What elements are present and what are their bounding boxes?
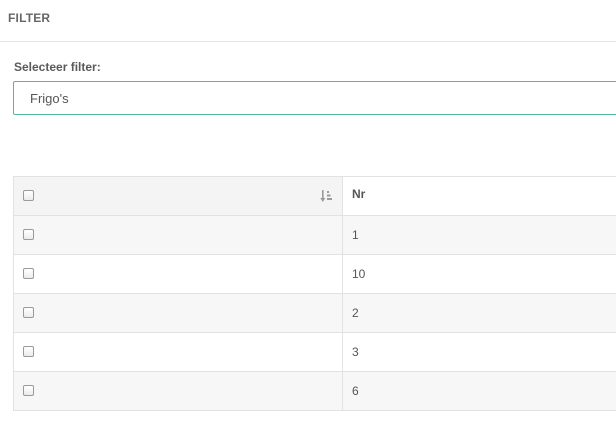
nr-value: 2 — [352, 306, 359, 320]
column-header-nr-label: Nr — [352, 187, 366, 201]
table-row[interactable]: 1 — [14, 216, 616, 255]
row-checkbox[interactable] — [23, 307, 34, 318]
panel-title: FILTER — [8, 11, 51, 25]
table-row[interactable]: 6 — [14, 372, 616, 411]
select-all-checkbox[interactable] — [23, 190, 34, 201]
nr-value: 10 — [352, 267, 366, 281]
row-select-cell — [14, 255, 343, 293]
table-header-row: Nr — [14, 177, 616, 216]
nr-cell: 1 — [343, 216, 616, 254]
nr-cell: 10 — [343, 255, 616, 293]
nr-cell: 2 — [343, 294, 616, 332]
row-select-cell — [14, 372, 343, 410]
filter-label: Selecteer filter: — [14, 60, 101, 74]
row-select-cell — [14, 294, 343, 332]
table-row[interactable]: 2 — [14, 294, 616, 333]
column-header-nr[interactable]: Nr — [343, 177, 616, 215]
row-checkbox[interactable] — [23, 229, 34, 240]
row-checkbox[interactable] — [23, 268, 34, 279]
row-select-cell — [14, 216, 343, 254]
panel-header: FILTER — [0, 0, 616, 42]
nr-cell: 3 — [343, 333, 616, 371]
table-row[interactable]: 10 — [14, 255, 616, 294]
nr-cell: 6 — [343, 372, 616, 410]
select-column-header — [14, 177, 343, 215]
row-checkbox[interactable] — [23, 385, 34, 396]
nr-value: 6 — [352, 384, 359, 398]
sort-icon[interactable] — [320, 189, 334, 203]
filter-select[interactable]: Frigo's — [13, 81, 616, 115]
data-table: Nr 1 10 2 3 6 — [13, 176, 616, 411]
row-checkbox[interactable] — [23, 346, 34, 357]
nr-value: 1 — [352, 228, 359, 242]
table-row[interactable]: 3 — [14, 333, 616, 372]
row-select-cell — [14, 333, 343, 371]
nr-value: 3 — [352, 345, 359, 359]
filter-selected-value: Frigo's — [30, 91, 69, 106]
